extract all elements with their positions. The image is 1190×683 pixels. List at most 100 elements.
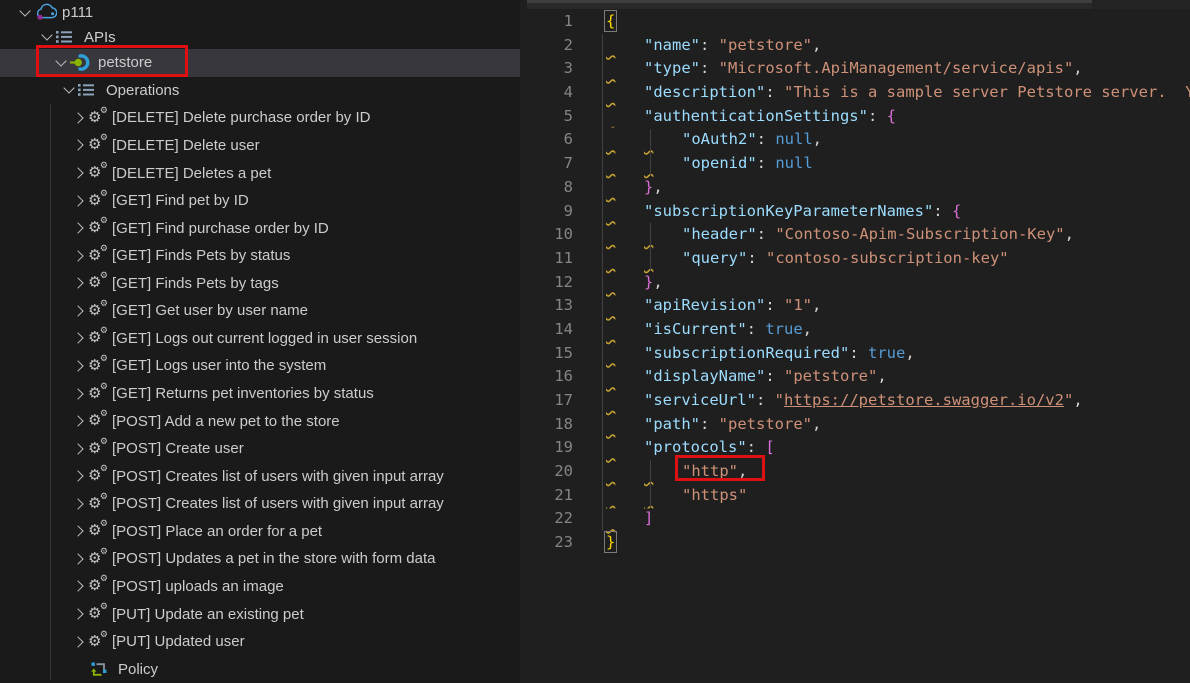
token-key: "query" [682,249,747,267]
tree-item-op-14[interactable]: ⚙⚙[POST] Creates list of users with give… [0,462,520,490]
chevron-down-icon[interactable] [62,82,78,98]
chevron-right-icon[interactable] [72,165,88,181]
code-line-5[interactable]: 5 "authenticationSettings": { [520,105,1190,129]
tree-item-op-12[interactable]: ⚙⚙[POST] Add a new pet to the store [0,407,520,435]
chevron-right-icon[interactable] [72,110,88,126]
chevron-right-icon[interactable] [72,330,88,346]
code-line-16[interactable]: 16 "displayName": "petstore", [520,365,1190,389]
code-line-8[interactable]: 8 }, [520,176,1190,200]
line-number: 19 [520,436,573,460]
chevron-right-icon[interactable] [72,468,88,484]
code-line-10[interactable]: 10 "header": "Contoso-Apim-Subscription-… [520,223,1190,247]
tree-item-label: [DELETE] Delete purchase order by ID [112,109,370,126]
chevron-right-icon[interactable] [72,303,88,319]
token-st: "Contoso-Apim-Subscription-Key" [775,225,1064,243]
tree-item-label: Policy [118,661,158,678]
tree-item-op-10[interactable]: ⚙⚙[GET] Logs user into the system [0,352,520,380]
token-pn: , [813,130,822,148]
code-line-17[interactable]: 17 "serviceUrl": "https://petstore.swagg… [520,389,1190,413]
tree-item-op-19[interactable]: ⚙⚙[PUT] Update an existing pet [0,600,520,628]
code-line-22[interactable]: 22 ] [520,507,1190,531]
chevron-right-icon[interactable] [72,220,88,236]
code-line-12[interactable]: 12 }, [520,271,1190,295]
line-number: 10 [520,223,573,247]
line-number: 12 [520,271,573,295]
gear-icon: ⚙⚙ [88,633,108,651]
gear-icon: ⚙⚙ [88,550,108,568]
chevron-down-icon[interactable] [18,5,34,21]
chevron-right-icon[interactable] [72,193,88,209]
code-line-18[interactable]: 18 "path": "petstore", [520,413,1190,437]
tree-item-label: [DELETE] Deletes a pet [112,165,271,182]
chevron-down-icon[interactable] [40,29,56,45]
token-pn: : [757,225,776,243]
json-editor[interactable]: 1{2 "name": "petstore",3 "type": "Micros… [520,0,1190,683]
chevron-right-icon[interactable] [72,578,88,594]
tree-item-op-9[interactable]: ⚙⚙[GET] Logs out current logged in user … [0,325,520,353]
chevron-right-icon[interactable] [72,634,88,650]
tree-item-op-6[interactable]: ⚙⚙[GET] Finds Pets by status [0,242,520,270]
tree-item-op-3[interactable]: ⚙⚙[DELETE] Deletes a pet [0,159,520,187]
tree-item-op-13[interactable]: ⚙⚙[POST] Create user [0,435,520,463]
tree-item-op-11[interactable]: ⚙⚙[GET] Returns pet inventories by statu… [0,380,520,408]
chevron-down-icon[interactable] [54,55,70,71]
tree-item-apis[interactable]: APIs [0,25,520,49]
chevron-right-icon[interactable] [72,137,88,153]
tree-item-op-2[interactable]: ⚙⚙[DELETE] Delete user [0,132,520,160]
tree-item-op-18[interactable]: ⚙⚙[POST] uploads an image [0,573,520,601]
token-pn: : [700,36,719,54]
tree-item-op-7[interactable]: ⚙⚙[GET] Finds Pets by tags [0,270,520,298]
code-line-1[interactable]: 1{ [520,10,1190,34]
chevron-right-icon[interactable] [72,248,88,264]
code-line-13[interactable]: 13 "apiRevision": "1", [520,294,1190,318]
code-text: "type": "Microsoft.ApiManagement/service… [606,57,1083,81]
tree-item-op-5[interactable]: ⚙⚙[GET] Find purchase order by ID [0,214,520,242]
tree-item-label: [GET] Find pet by ID [112,192,249,209]
code-line-3[interactable]: 3 "type": "Microsoft.ApiManagement/servi… [520,57,1190,81]
token-pn: : [765,83,784,101]
tree-item-operations[interactable]: Operations [0,77,520,105]
code-line-15[interactable]: 15 "subscriptionRequired": true, [520,342,1190,366]
tree-item-petstore[interactable]: petstore [0,49,520,77]
chevron-right-icon[interactable] [72,386,88,402]
chevron-right-icon[interactable] [72,523,88,539]
tree-item-op-1[interactable]: ⚙⚙[DELETE] Delete purchase order by ID [0,104,520,132]
tree-item-op-4[interactable]: ⚙⚙[GET] Find pet by ID [0,187,520,215]
code-line-19[interactable]: 19 "protocols": [ [520,436,1190,460]
tree-item-label: [GET] Logs out current logged in user se… [112,330,417,347]
code-line-23[interactable]: 23} [520,531,1190,555]
chevron-right-icon[interactable] [72,606,88,622]
code-line-6[interactable]: 6 "oAuth2": null, [520,128,1190,152]
code-line-20[interactable]: 20 "http", [520,460,1190,484]
list-icon [78,81,102,99]
code-line-11[interactable]: 11 "query": "contoso-subscription-key" [520,247,1190,271]
chevron-right-icon[interactable] [72,441,88,457]
token-st-annotated: "http" [682,462,738,480]
tab-whitespace-warning [606,247,644,271]
chevron-right-icon[interactable] [72,413,88,429]
chevron-right-icon[interactable] [72,551,88,567]
token-pn: , [803,320,812,338]
tree-item-p111[interactable]: p111 [0,0,520,25]
code-line-7[interactable]: 7 "openid": null [520,152,1190,176]
code-line-4[interactable]: 4 "description": "This is a sample serve… [520,81,1190,105]
tab-whitespace-warning [606,389,644,413]
code-line-21[interactable]: 21 "https" [520,484,1190,508]
code-text: }, [606,271,663,295]
tree-item-op-8[interactable]: ⚙⚙[GET] Get user by user name [0,297,520,325]
tree-item-op-15[interactable]: ⚙⚙[POST] Creates list of users with give… [0,490,520,518]
token-key: "subscriptionKeyParameterNames" [644,202,933,220]
token-b2: } [644,178,653,196]
code-area[interactable]: 1{2 "name": "petstore",3 "type": "Micros… [520,0,1190,683]
token-b2: } [644,273,653,291]
code-line-2[interactable]: 2 "name": "petstore", [520,34,1190,58]
chevron-right-icon[interactable] [72,275,88,291]
tree-item-op-16[interactable]: ⚙⚙[POST] Place an order for a pet [0,518,520,546]
tree-item-op-17[interactable]: ⚙⚙[POST] Updates a pet in the store with… [0,545,520,573]
chevron-right-icon[interactable] [72,496,88,512]
code-line-14[interactable]: 14 "isCurrent": true, [520,318,1190,342]
code-line-9[interactable]: 9 "subscriptionKeyParameterNames": { [520,200,1190,224]
tree-item-op-20[interactable]: ⚙⚙[PUT] Updated user [0,628,520,656]
chevron-right-icon[interactable] [72,358,88,374]
tree-item-policy[interactable]: Policy [0,655,520,683]
